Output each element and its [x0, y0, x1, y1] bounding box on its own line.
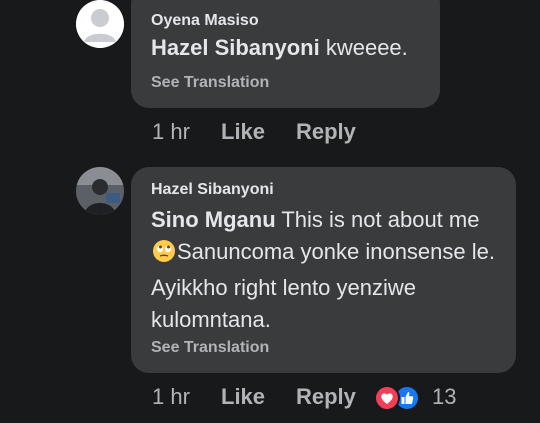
- profile-photo-icon: [76, 167, 124, 215]
- like-button[interactable]: Like: [221, 119, 265, 145]
- comment-timestamp[interactable]: 1 hr: [152, 384, 190, 410]
- comment-timestamp[interactable]: 1 hr: [152, 119, 190, 145]
- reply-button[interactable]: Reply: [296, 384, 356, 410]
- comment-body: kweeee.: [319, 35, 408, 60]
- comment-bubble: Hazel Sibanyoni Sino Mganu This is not a…: [131, 167, 516, 373]
- comment-text: Sino Mganu This is not about me Sanuncoma…: [151, 204, 503, 336]
- tagged-user[interactable]: Hazel Sibanyoni: [151, 35, 320, 60]
- reaction-summary[interactable]: [374, 385, 424, 411]
- comment-author[interactable]: Oyena Masiso: [151, 12, 259, 30]
- see-translation-link[interactable]: See Translation: [151, 74, 269, 92]
- tagged-user[interactable]: Sino Mganu: [151, 207, 276, 232]
- love-reaction-icon: [374, 385, 400, 411]
- rolling-eyes-emoji-icon: [152, 239, 176, 272]
- comment-author[interactable]: Hazel Sibanyoni: [151, 181, 274, 199]
- avatar-hazel-sibanyoni[interactable]: [76, 167, 124, 215]
- like-button[interactable]: Like: [221, 384, 265, 410]
- comment-bubble: Oyena Masiso Hazel Sibanyoni kweeee. See…: [131, 0, 440, 108]
- avatar-oyena-masiso[interactable]: [76, 0, 124, 48]
- default-profile-icon: [76, 0, 124, 48]
- reply-button[interactable]: Reply: [296, 119, 356, 145]
- comment-body-start: This is not about me: [275, 207, 480, 232]
- see-translation-link[interactable]: See Translation: [151, 339, 269, 357]
- comment-text: Hazel Sibanyoni kweeee.: [151, 32, 408, 64]
- comment-thread: Oyena Masiso Hazel Sibanyoni kweeee. See…: [0, 0, 540, 423]
- reaction-count[interactable]: 13: [432, 384, 456, 410]
- comment-body-end: Sanuncoma yonke inonsense le. Ayikkho ri…: [151, 239, 495, 332]
